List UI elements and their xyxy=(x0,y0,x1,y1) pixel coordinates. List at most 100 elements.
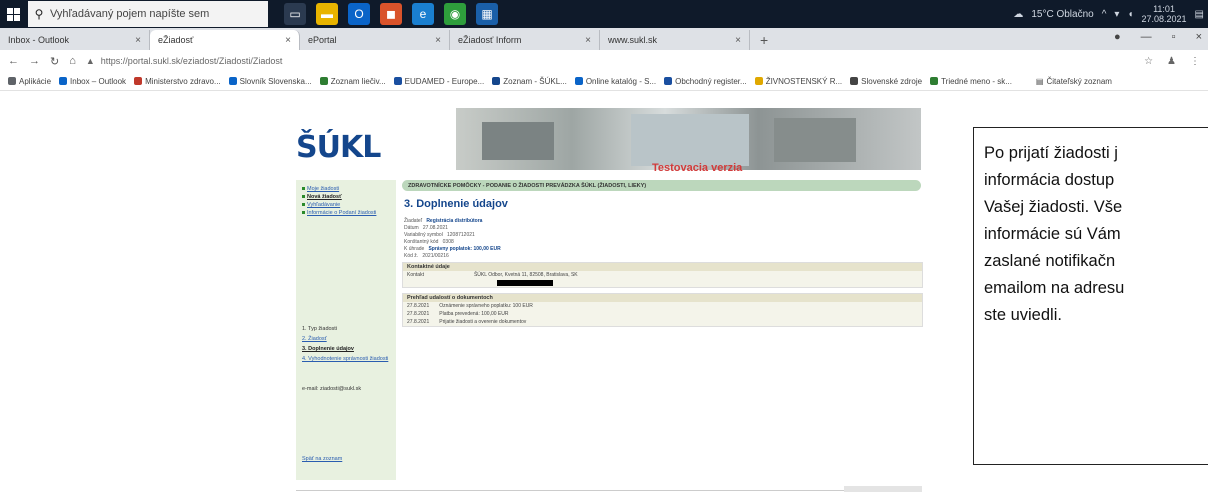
clock-date: 27.08.2021 xyxy=(1141,14,1187,24)
field-row: Variabilný symbol 1208712021 xyxy=(404,232,475,238)
chrome-icon[interactable]: ◉ xyxy=(444,3,466,25)
teams-icon[interactable]: ▦ xyxy=(476,3,498,25)
bookmark-label: Triedné meno - sk... xyxy=(941,76,1012,86)
bookmark-item[interactable]: Triedné meno - sk... xyxy=(930,77,1012,86)
field-label: Žiadateľ xyxy=(404,218,423,224)
taskbar-clock[interactable]: 11:01 27.08.2021 xyxy=(1142,4,1187,24)
callout-line: emailom na adresu xyxy=(984,279,1125,297)
bookmark-label: ŽIVNOSTENSKÝ R... xyxy=(765,76,843,86)
sidebar-item-search[interactable]: Vyhľadávanie xyxy=(302,202,392,209)
window-close-icon[interactable]: × xyxy=(1196,31,1202,43)
network-icon[interactable]: ▾ xyxy=(1114,9,1119,20)
history-date: 27.8.2021 xyxy=(407,319,430,325)
extensions-icon[interactable]: ♟ xyxy=(1167,56,1176,67)
history-date: 27.8.2021 xyxy=(407,311,430,317)
tab-eziadost[interactable]: eŽiadosť × xyxy=(150,30,300,50)
minimize-icon[interactable]: — xyxy=(1141,31,1152,43)
windows-start-icon[interactable] xyxy=(0,0,26,28)
back-to-list-link[interactable]: Späť na zoznam xyxy=(302,456,392,463)
sidebar-item-new-request[interactable]: Nová žiadosť xyxy=(302,194,392,201)
sidebar-email[interactable]: e-mail: ziadosti@sukl.sk xyxy=(302,386,361,392)
history-date: 27.8.2021 xyxy=(407,303,430,309)
tab-eziadost-inform[interactable]: eŽiadosť Inform × xyxy=(450,30,600,50)
field-value: Správny poplatok: 100,00 EUR xyxy=(428,246,501,252)
close-icon[interactable]: × xyxy=(735,35,741,46)
volume-icon[interactable]: ◖ xyxy=(1127,9,1133,20)
profile-icon[interactable]: ● xyxy=(1114,31,1121,43)
search-icon: ⚲ xyxy=(34,7,44,21)
bookmark-item[interactable]: Online katalóg - S... xyxy=(574,77,656,86)
bookmark-item[interactable]: Zoznam liečiv... xyxy=(319,76,386,86)
step-request[interactable]: 2. Žiadosť xyxy=(302,336,392,343)
step-evaluation[interactable]: 4. Vyhodnotenie správnosti žiadosti xyxy=(302,356,392,363)
star-icon[interactable]: ☆ xyxy=(1144,56,1153,67)
tray-chevron-icon[interactable]: ^ xyxy=(1102,9,1107,20)
edge-icon[interactable]: e xyxy=(412,3,434,25)
section-header-bar: ZDRAVOTNÍCKE POMÔCKY - PODANIE O ŽIADOST… xyxy=(402,180,921,191)
contact-header: Kontaktné údaje xyxy=(403,263,922,271)
bookmark-item[interactable]: Inbox – Outlook xyxy=(59,77,126,86)
history-panel: Prehľad udalostí o dokumentoch 27.8.2021… xyxy=(402,293,923,327)
history-text: Prijatie žiadosti a overenie dokumentov xyxy=(439,319,527,325)
bookmark-item[interactable]: Zoznam - ŠÚKL... xyxy=(492,77,567,86)
close-icon[interactable]: × xyxy=(585,35,591,46)
outlook-icon[interactable]: O xyxy=(348,3,370,25)
weather-text[interactable]: 15°C Oblačno xyxy=(1031,9,1093,20)
sukl-logo[interactable]: ŠÚKL xyxy=(296,108,454,168)
tab-eportal[interactable]: ePortal × xyxy=(300,30,450,50)
bookmark-icon xyxy=(574,77,583,85)
history-row: 27.8.2021 Oznámenie správneho poplatku: 1… xyxy=(403,302,922,310)
reading-list-label: Čitateľský zoznam xyxy=(1046,76,1112,86)
taskbar-search-box[interactable]: ⚲ Vyhľadávaný pojem napíšte sem xyxy=(28,1,268,27)
bookmark-item[interactable]: Slovník Slovenska... xyxy=(228,77,312,86)
office-icon[interactable]: ◼ xyxy=(380,3,402,25)
field-row: K úhrade Správny poplatok: 100,00 EUR xyxy=(404,246,501,252)
bookmark-icon xyxy=(393,77,402,85)
bookmark-icon xyxy=(134,77,143,85)
close-icon[interactable]: × xyxy=(135,35,141,46)
bookmark-item[interactable]: Slovenské zdroje xyxy=(850,77,922,86)
reading-list-icon: ▤ xyxy=(1035,76,1044,86)
bookmark-item[interactable]: Ministerstvo zdravo... xyxy=(134,77,221,86)
reload-icon[interactable]: ↻ xyxy=(50,55,59,68)
contact-value: ŠÚKL Odbor, Kvetná 11, 82508, Bratislava… xyxy=(473,272,578,278)
field-value: 1208712021 xyxy=(446,232,475,238)
bookmark-item[interactable]: Aplikácie xyxy=(8,77,51,86)
forward-icon[interactable]: → xyxy=(29,55,40,68)
field-value: 0308 xyxy=(442,239,454,245)
reading-list[interactable]: ▤ Čitateľský zoznam xyxy=(1036,77,1112,86)
bookmark-icon xyxy=(664,77,673,85)
step-completion[interactable]: 3. Doplnenie údajov xyxy=(302,346,392,353)
bookmark-label: Aplikácie xyxy=(19,76,52,86)
home-icon[interactable]: ⌂ xyxy=(69,55,76,68)
bookmark-item[interactable]: EUDAMED - Europe... xyxy=(393,77,484,86)
close-icon[interactable]: × xyxy=(435,35,441,46)
logo-text: ŠÚKL xyxy=(296,130,381,165)
sidebar-item-info[interactable]: Informácie o Podaní žiadosti xyxy=(302,210,392,217)
history-row: 27.8.2021 Prijatie žiadosti a overenie do… xyxy=(403,318,922,326)
url-text: https://portal.sukl.sk/eziadost/Ziadosti… xyxy=(100,56,283,66)
tab-outlook[interactable]: Inbox - Outlook × xyxy=(0,30,150,50)
file-explorer-icon[interactable]: ▬ xyxy=(316,3,338,25)
url-field[interactable]: ▲ https://portal.sukl.sk/eziadost/Ziados… xyxy=(86,56,283,66)
new-tab-button[interactable]: + xyxy=(750,30,778,50)
lock-icon[interactable]: ▲ xyxy=(86,56,95,66)
sidebar-item-my-requests[interactable]: Moje žiadosti xyxy=(302,186,392,193)
tab-sukl[interactable]: www.sukl.sk × xyxy=(600,30,750,50)
menu-icon[interactable]: ⋮ xyxy=(1190,56,1200,67)
field-value: 2021/00216 xyxy=(422,253,449,259)
step-type[interactable]: 1. Typ žiadosti xyxy=(302,326,392,333)
history-text: Oznámenie správneho poplatku: 100 EUR xyxy=(439,303,533,309)
address-bar-row: ← → ↻ ⌂ ▲ https://portal.sukl.sk/eziados… xyxy=(0,50,1208,72)
bookmark-item[interactable]: ŽIVNOSTENSKÝ R... xyxy=(754,76,843,86)
contact-label: Kontakt xyxy=(407,272,424,278)
bookmark-item[interactable]: Obchodný register... xyxy=(664,77,747,86)
back-icon[interactable]: ← xyxy=(8,55,19,68)
bookmark-label: Zoznam liečiv... xyxy=(330,76,386,86)
task-view-icon[interactable]: ▭ xyxy=(284,3,306,25)
close-icon[interactable]: × xyxy=(285,35,291,46)
notifications-icon[interactable]: ▤ xyxy=(1195,9,1204,20)
bookmark-icon xyxy=(754,77,763,85)
annotation-callout: Po prijatí žiadosti j informácia dostup … xyxy=(973,127,1208,465)
maximize-icon[interactable]: ▫ xyxy=(1172,31,1176,43)
